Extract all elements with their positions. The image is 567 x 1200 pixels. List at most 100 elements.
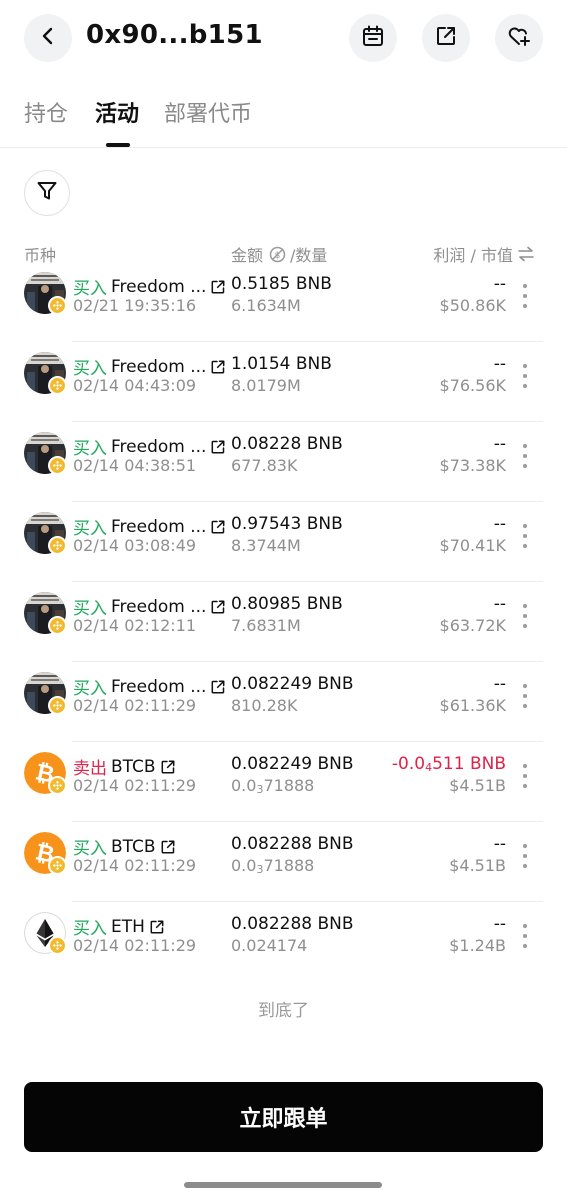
- trade-amount: 0.80985 BNB: [231, 594, 343, 614]
- activity-row[interactable]: 买入 Freedom ... 02/14 04:38:51 0.08228 BNB 67…: [0, 422, 567, 502]
- share-button[interactable]: [422, 14, 470, 62]
- more-options-icon[interactable]: [520, 364, 530, 388]
- trade-time: 02/14 02:11:29: [73, 696, 197, 715]
- token-name[interactable]: Freedom ...: [111, 517, 206, 537]
- more-options-icon[interactable]: [520, 604, 530, 628]
- more-options-icon[interactable]: [520, 764, 530, 788]
- favorite-add-icon: [506, 23, 532, 53]
- bnb-chain-icon: [48, 536, 67, 555]
- trade-amount: 0.082288 BNB: [231, 914, 354, 934]
- trade-quantity: 810.28K: [231, 696, 298, 715]
- bnb-chain-icon: [48, 696, 67, 715]
- market-cap: $4.51B: [449, 856, 506, 875]
- trade-profit: --: [493, 594, 506, 614]
- trade-time: 02/14 02:11:29: [73, 776, 197, 795]
- back-button[interactable]: [24, 14, 72, 62]
- activity-row[interactable]: 买入 Freedom ... 02/14 03:08:49 0.97543 BNB 8.…: [0, 502, 567, 582]
- more-options-icon[interactable]: [520, 844, 530, 868]
- trade-amount: 1.0154 BNB: [231, 354, 332, 374]
- tab-deployed-tokens[interactable]: 部署代币: [164, 96, 252, 128]
- trade-quantity: 8.0179M: [231, 376, 301, 395]
- activity-row[interactable]: 买入 ETH 02/14 02:11:29 0.082288 BNB 0.024174-…: [0, 902, 567, 982]
- trade-profit: --: [493, 834, 506, 854]
- external-link-icon[interactable]: [210, 599, 226, 615]
- trade-amount: 0.08228 BNB: [231, 434, 343, 454]
- market-cap: $73.38K: [439, 456, 506, 475]
- token-name[interactable]: Freedom ...: [111, 277, 206, 297]
- token-name[interactable]: Freedom ...: [111, 357, 206, 377]
- activity-row[interactable]: 买入 Freedom ... 02/14 02:12:11 0.80985 BNB 7.…: [0, 582, 567, 662]
- activity-row[interactable]: ₿ 卖出 BTCB 02/14 02:11:29 0.082249 BNB 0.03718…: [0, 742, 567, 822]
- trade-amount: 0.082288 BNB: [231, 834, 354, 854]
- trade-quantity: 0.0371888: [231, 856, 315, 876]
- bnb-chain-icon: [48, 776, 67, 795]
- trade-amount: 0.082249 BNB: [231, 674, 354, 694]
- calendar-icon: [361, 24, 385, 52]
- wallet-address-title: 0x90...b151: [86, 20, 263, 50]
- trade-quantity: 7.6831M: [231, 616, 301, 635]
- active-tab-indicator: [106, 143, 130, 147]
- swap-icon[interactable]: [518, 246, 534, 262]
- external-link-icon[interactable]: [210, 439, 226, 455]
- trade-amount: 0.082249 BNB: [231, 754, 354, 774]
- trade-time: 02/14 02:11:29: [73, 856, 197, 875]
- trade-time: 02/14 03:08:49: [73, 536, 197, 555]
- end-of-list-text: 到底了: [258, 1001, 309, 1021]
- market-cap: $63.72K: [439, 616, 506, 635]
- trade-profit: --: [493, 354, 506, 374]
- external-link-icon[interactable]: [160, 759, 176, 775]
- market-cap: $4.51B: [449, 776, 506, 795]
- bnb-chain-icon: [48, 376, 67, 395]
- share-icon: [434, 24, 458, 52]
- bnb-chain-icon: [48, 616, 67, 635]
- external-link-icon[interactable]: [149, 919, 165, 935]
- token-name[interactable]: Freedom ...: [111, 597, 206, 617]
- market-cap: $61.36K: [439, 696, 506, 715]
- bnb-chain-icon: [48, 936, 67, 955]
- trade-time: 02/14 04:43:09: [73, 376, 197, 395]
- activity-row[interactable]: 买入 Freedom ... 02/14 02:11:29 0.082249 BNB 8…: [0, 662, 567, 742]
- tab-bar: 持仓 活动 部署代币: [0, 76, 567, 148]
- external-link-icon[interactable]: [210, 519, 226, 535]
- more-options-icon[interactable]: [520, 924, 530, 948]
- bnb-chain-icon: [48, 296, 67, 315]
- trade-time: 02/21 19:35:16: [73, 296, 197, 315]
- activity-row[interactable]: ₿ 买入 BTCB 02/14 02:11:29 0.082288 BNB 0.03718…: [0, 822, 567, 902]
- more-options-icon[interactable]: [520, 684, 530, 708]
- external-link-icon[interactable]: [210, 679, 226, 695]
- market-cap: $1.24B: [449, 936, 506, 955]
- currency-toggle-icon[interactable]: $: [269, 246, 286, 263]
- trade-profit: --: [493, 514, 506, 534]
- trade-quantity: 677.83K: [231, 456, 298, 475]
- copy-trade-button[interactable]: 立即跟单: [24, 1082, 543, 1152]
- tab-holdings[interactable]: 持仓: [24, 96, 68, 128]
- trade-profit: --: [493, 674, 506, 694]
- trade-profit: --: [493, 434, 506, 454]
- market-cap: $70.41K: [439, 536, 506, 555]
- more-options-icon[interactable]: [520, 284, 530, 308]
- trade-profit: --: [493, 914, 506, 934]
- filter-button[interactable]: [24, 170, 70, 216]
- tab-activity[interactable]: 活动: [95, 96, 139, 128]
- token-name[interactable]: Freedom ...: [111, 437, 206, 457]
- calendar-button[interactable]: [349, 14, 397, 62]
- external-link-icon[interactable]: [210, 279, 226, 295]
- trade-profit: -0.04511 BNB: [391, 754, 506, 774]
- trade-time: 02/14 04:38:51: [73, 456, 197, 475]
- trade-amount: 0.5185 BNB: [231, 274, 332, 294]
- bnb-chain-icon: [48, 456, 67, 475]
- more-options-icon[interactable]: [520, 444, 530, 468]
- home-indicator: [184, 1182, 382, 1188]
- token-name[interactable]: Freedom ...: [111, 677, 206, 697]
- token-name[interactable]: BTCB: [111, 757, 156, 777]
- bnb-chain-icon: [48, 856, 67, 875]
- more-options-icon[interactable]: [520, 524, 530, 548]
- token-name[interactable]: ETH: [111, 917, 145, 937]
- activity-row[interactable]: 买入 Freedom ... 02/14 04:43:09 1.0154 BNB 8.0…: [0, 342, 567, 422]
- external-link-icon[interactable]: [210, 359, 226, 375]
- external-link-icon[interactable]: [160, 839, 176, 855]
- token-name[interactable]: BTCB: [111, 837, 156, 857]
- activity-row[interactable]: 买入 Freedom ... 02/21 19:35:16 0.5185 BNB 6.1…: [0, 262, 567, 342]
- top-bar: 0x90...b151: [0, 0, 567, 76]
- add-favorite-button[interactable]: [495, 14, 543, 62]
